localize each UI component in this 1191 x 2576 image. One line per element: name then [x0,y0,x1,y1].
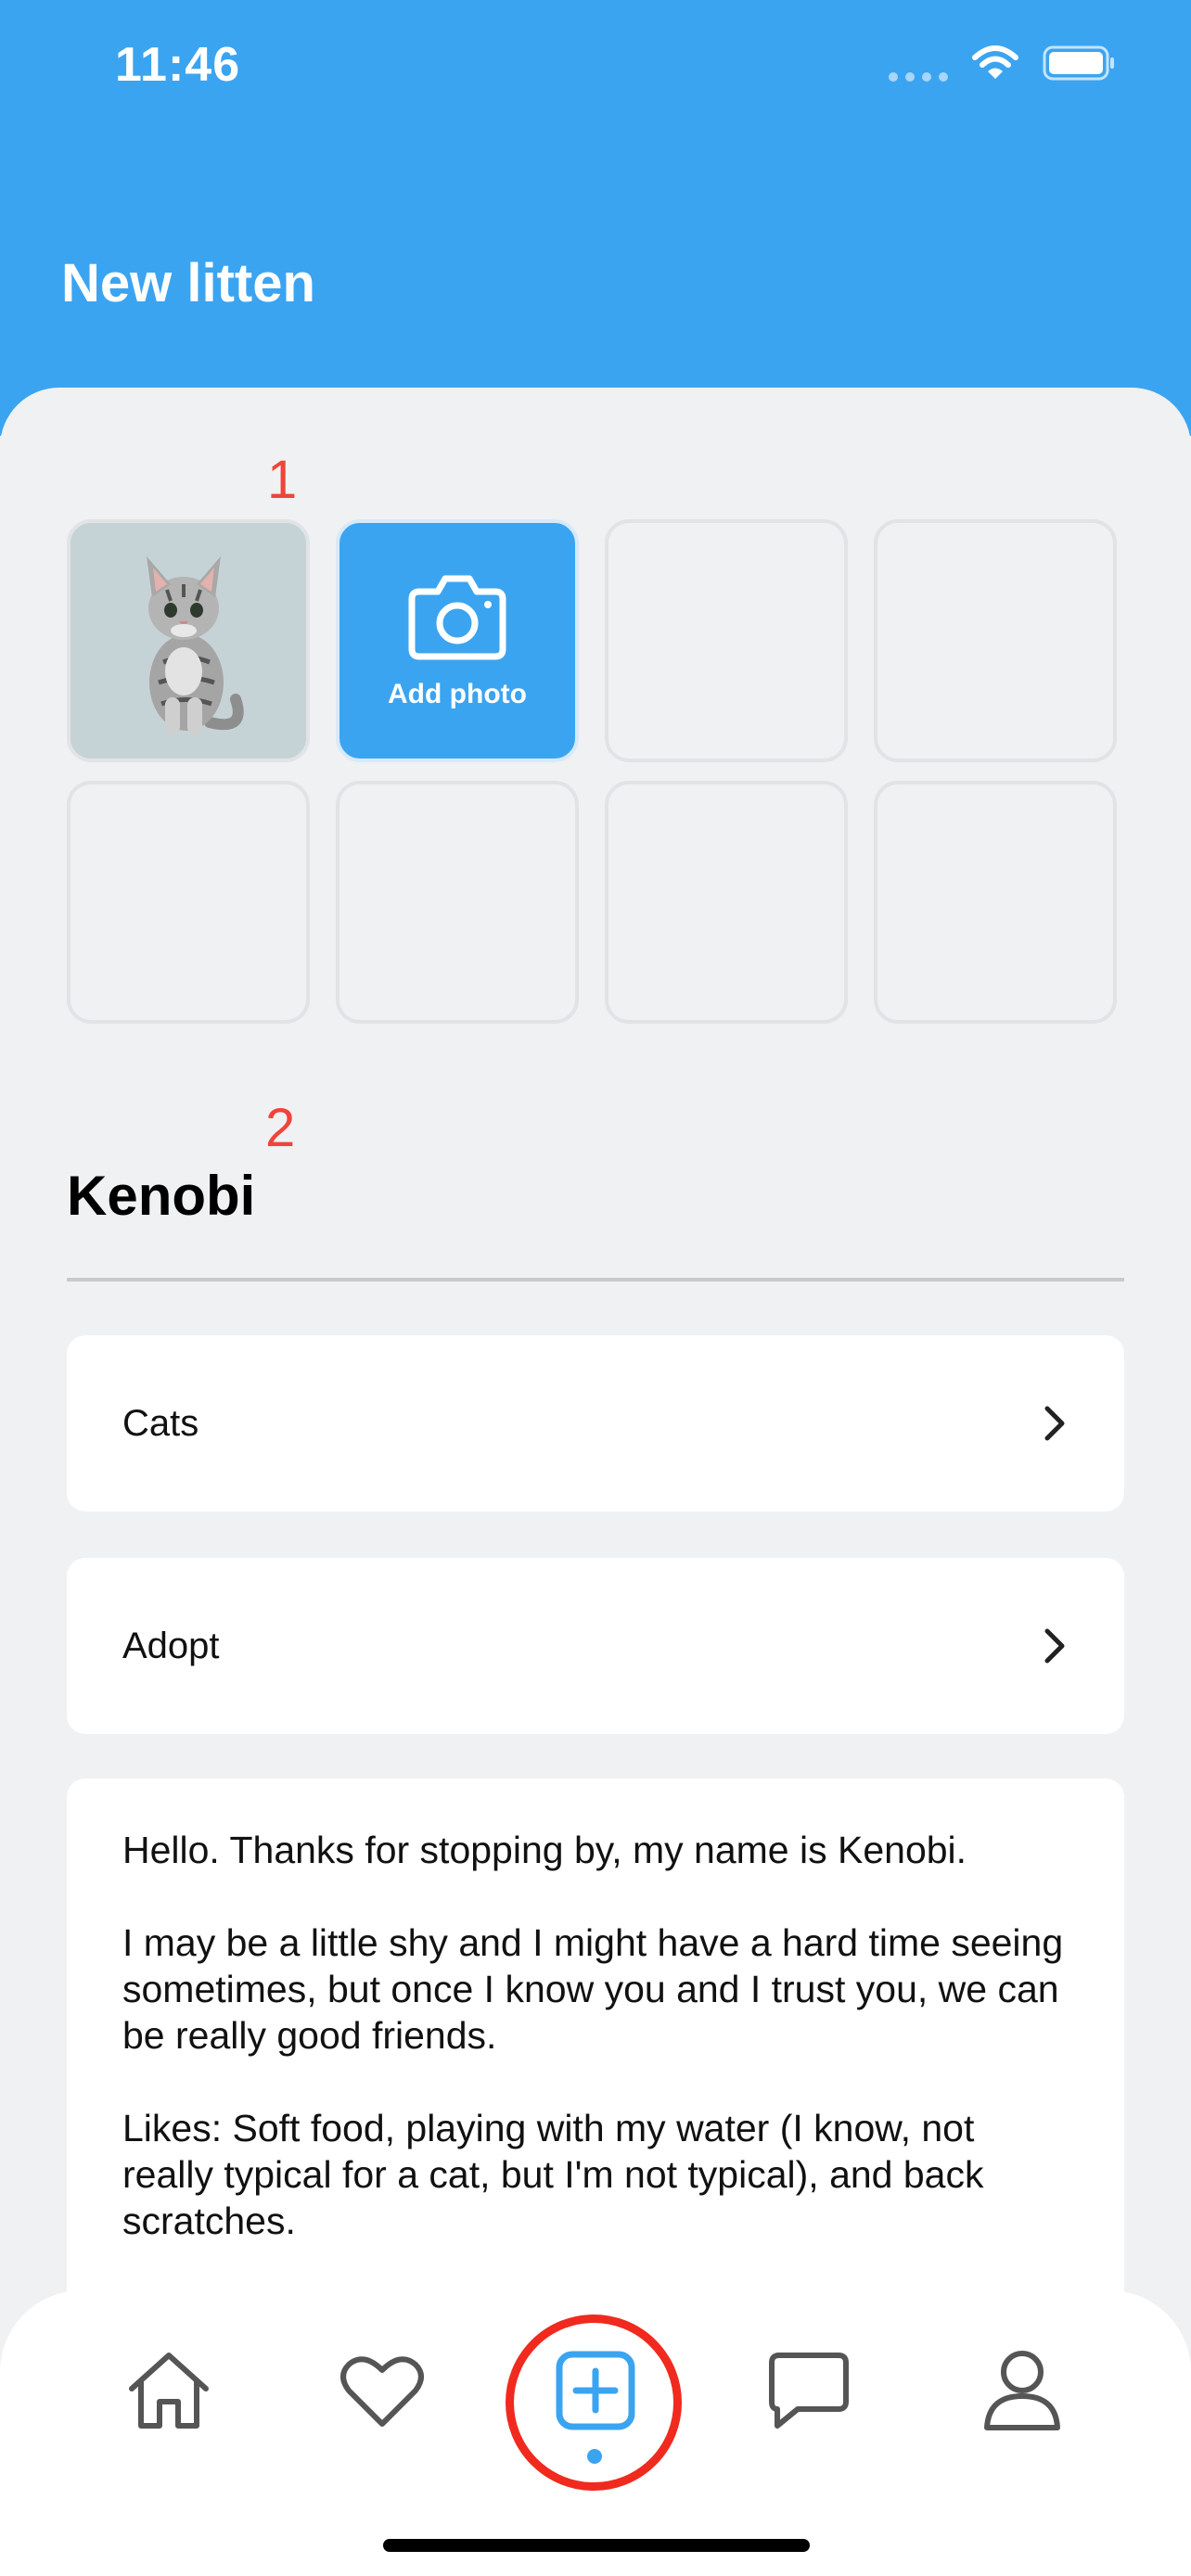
species-row[interactable]: Cats [67,1335,1124,1511]
photo-slot-empty[interactable] [605,781,848,1024]
photo-slot-empty[interactable] [67,781,310,1024]
status-time: 11:46 [115,38,241,92]
tab-favorites[interactable] [336,2344,429,2437]
listing-type-label: Adopt [122,1625,220,1666]
camera-icon [408,575,506,660]
photo-slot-empty[interactable] [874,519,1117,762]
kitten-photo [70,523,306,759]
annotation-highlight-ring [506,2315,682,2491]
chat-icon [769,2353,849,2429]
add-photo-button[interactable]: Add photo [336,519,579,762]
profile-icon [984,2351,1060,2430]
photo-slot-kitten[interactable] [67,519,310,762]
annotation-1: 1 [267,450,298,510]
page-title: New litten [61,253,315,313]
chevron-right-icon [1044,1628,1065,1664]
tab-home[interactable] [122,2344,215,2437]
name-field-underline [67,1278,1124,1282]
heart-icon [340,2356,424,2427]
status-icons [889,45,1117,82]
listing-type-row[interactable]: Adopt [67,1558,1124,1734]
photo-grid: Add photo [67,519,1124,1024]
home-icon [129,2353,209,2429]
battery-icon [1043,45,1114,81]
annotation-2: 2 [265,1098,296,1158]
add-photo-label: Add photo [388,679,527,709]
photo-slot-empty[interactable] [605,519,848,762]
name-field[interactable]: Kenobi [67,1164,255,1228]
description-paragraph: I may be a little shy and I might have a… [122,1921,1064,2057]
description-paragraph: Hello. Thanks for stopping by, my name i… [122,1829,967,1871]
home-indicator [383,2539,810,2552]
signal-icon [889,45,948,82]
description-paragraph: Likes: Soft food, playing with my water … [122,2107,984,2242]
description-field[interactable]: Hello. Thanks for stopping by, my name i… [67,1779,1124,2353]
tab-profile[interactable] [976,2344,1069,2437]
photo-slot-empty[interactable] [874,781,1117,1024]
chevron-right-icon [1044,1406,1065,1441]
species-label: Cats [122,1402,199,1444]
photo-slot-empty[interactable] [336,781,579,1024]
wifi-icon [972,45,1018,79]
header: 11:46 New litten [0,0,1191,436]
tab-messages[interactable] [762,2344,855,2437]
active-tab-indicator [587,2449,602,2464]
